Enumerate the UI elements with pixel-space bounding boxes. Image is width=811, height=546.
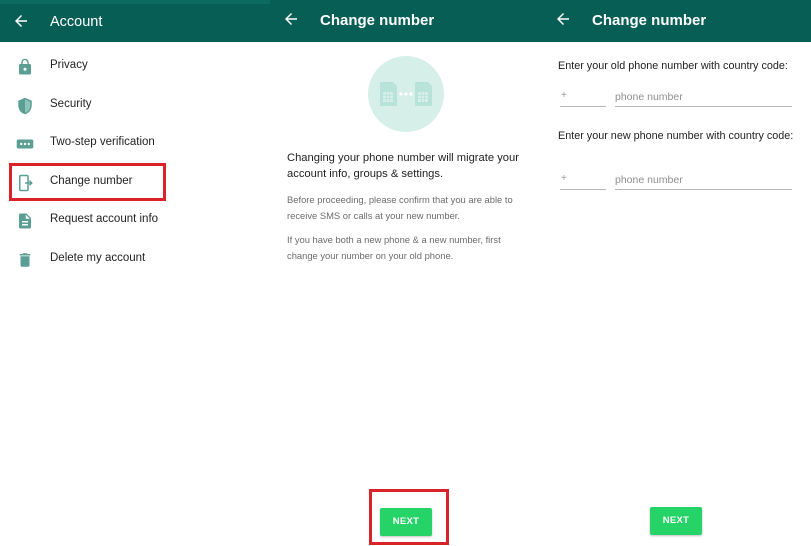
app-bar: Change number	[542, 0, 811, 42]
menu-item-label: Two-step verification	[50, 136, 155, 148]
menu-item-label: Request account info	[50, 213, 159, 225]
next-button[interactable]: NEXT	[650, 507, 702, 535]
account-settings-screen: Account Privacy Security Two-step verifi…	[0, 0, 270, 546]
page-title: Change number	[592, 12, 707, 29]
menu-item-security[interactable]: Security	[0, 87, 270, 125]
back-arrow-icon[interactable]	[282, 10, 300, 28]
new-phone-number-input[interactable]	[615, 171, 792, 190]
back-arrow-icon[interactable]	[554, 10, 572, 28]
page-title: Change number	[320, 12, 435, 29]
old-country-code-field[interactable]: +	[560, 88, 606, 107]
menu-item-label: Change number	[50, 175, 133, 187]
menu-item-delete-my-account[interactable]: Delete my account	[0, 241, 270, 279]
app-bar: Account	[0, 0, 270, 42]
change-number-form-screen: Change number Enter your old phone numbe…	[542, 0, 811, 546]
menu-item-label: Delete my account	[50, 252, 146, 264]
confirm-note: Before proceeding, please confirm that y…	[287, 194, 513, 221]
document-icon	[16, 212, 34, 230]
shield-icon	[16, 97, 34, 115]
new-country-code-field[interactable]: +	[560, 171, 606, 190]
menu-item-two-step-verification[interactable]: Two-step verification	[0, 125, 270, 163]
menu-item-privacy[interactable]: Privacy	[0, 48, 270, 86]
old-phone-note: If you have both a new phone & a new num…	[287, 234, 501, 261]
old-number-label: Enter your old phone number with country…	[558, 60, 788, 72]
menu-item-label: Privacy	[50, 59, 88, 71]
menu-item-change-number[interactable]: Change number	[0, 164, 270, 202]
change-number-intro-screen: Change number Changing your phone number…	[270, 0, 542, 546]
change-number-icon	[16, 174, 34, 192]
menu-item-request-account-info[interactable]: Request account info	[0, 202, 270, 240]
country-code-prefix: +	[561, 173, 567, 184]
page-title: Account	[50, 14, 103, 30]
old-phone-number-input[interactable]	[615, 88, 792, 107]
sim-cards-illustration	[368, 56, 444, 132]
migration-description: Changing your phone number will migrate …	[287, 152, 519, 180]
new-number-label: Enter your new phone number with country…	[558, 130, 794, 142]
trash-icon	[16, 251, 34, 269]
back-arrow-icon[interactable]	[12, 12, 30, 30]
menu-item-label: Security	[50, 98, 92, 110]
lock-icon	[16, 58, 34, 76]
app-bar: Change number	[270, 0, 542, 42]
dots-icon	[16, 135, 34, 153]
next-button[interactable]: NEXT	[380, 508, 432, 536]
country-code-prefix: +	[561, 90, 567, 101]
